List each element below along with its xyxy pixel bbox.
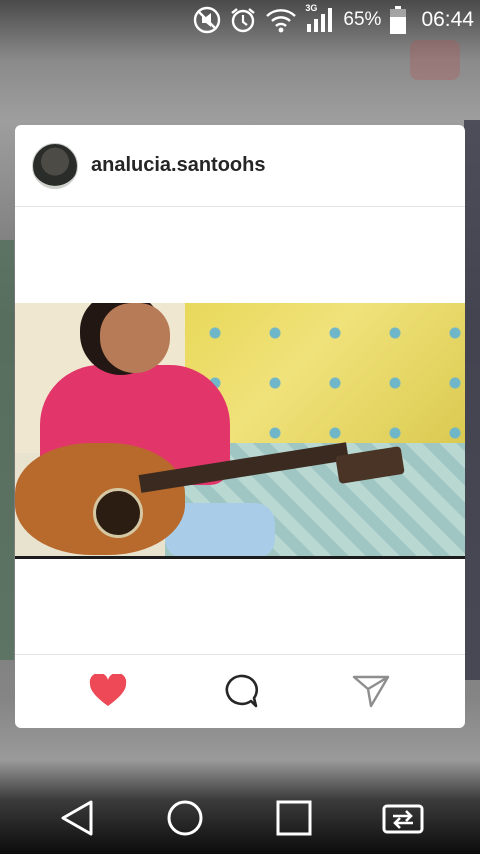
comment-button[interactable] [220, 673, 260, 709]
share-button[interactable] [351, 673, 391, 709]
post-header: analucia.santoohs [15, 125, 465, 207]
like-button[interactable] [88, 673, 128, 709]
comment-icon [225, 674, 259, 708]
media-area [15, 207, 465, 655]
back-button[interactable] [55, 798, 99, 838]
username[interactable]: analucia.santoohs [91, 154, 266, 177]
home-icon [167, 800, 203, 836]
back-icon [61, 800, 93, 836]
post-card: analucia.santoohs [15, 125, 465, 728]
network-type-label: 3G [305, 3, 318, 13]
switch-apps-icon [382, 804, 424, 834]
cellular-3g-icon: 3G [305, 3, 335, 34]
recent-apps-icon [276, 800, 312, 836]
wifi-icon [265, 6, 297, 34]
home-button[interactable] [163, 798, 207, 838]
battery-percent: 65% [343, 9, 382, 30]
post-video[interactable] [15, 303, 465, 559]
clock: 06:44 [421, 8, 474, 31]
battery-icon [389, 5, 407, 35]
navigation-bar [0, 782, 480, 854]
status-bar: 3G 65% 06:44 [0, 0, 480, 40]
do-not-disturb-icon [193, 6, 221, 34]
heart-icon [89, 674, 127, 706]
post-actions [15, 654, 465, 728]
alarm-icon [229, 6, 257, 34]
avatar[interactable] [32, 142, 78, 189]
share-icon [352, 675, 390, 708]
switch-apps-button[interactable] [381, 798, 425, 838]
recent-apps-button[interactable] [272, 798, 316, 838]
